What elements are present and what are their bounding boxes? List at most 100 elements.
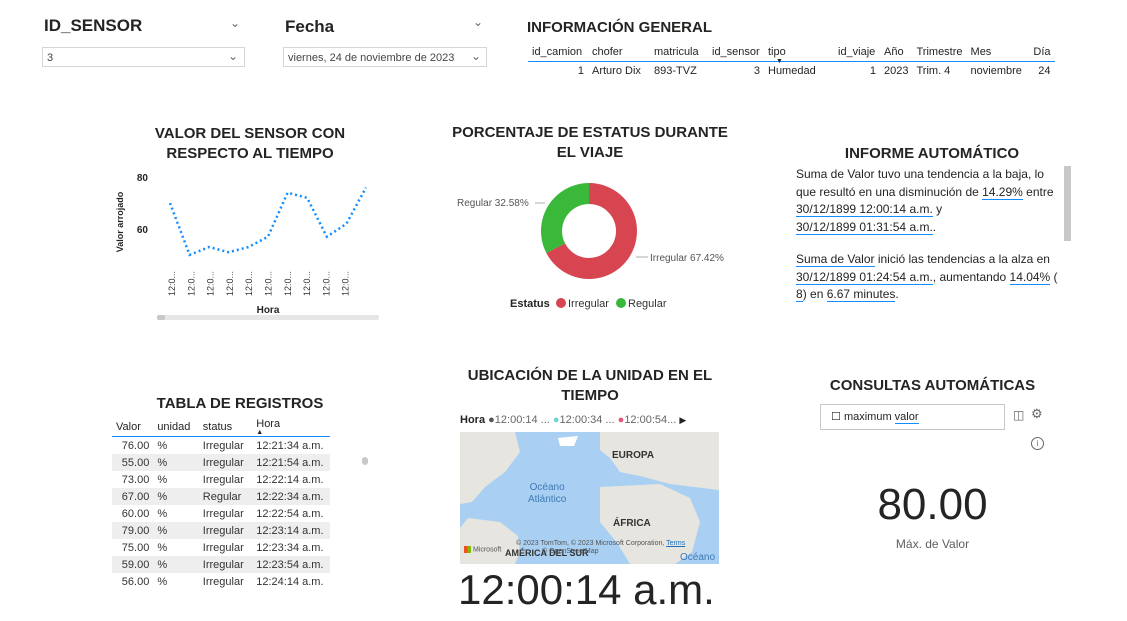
table-row[interactable]: 56.00% Irregular 12:24:14 a.m.	[112, 573, 330, 590]
info-header-cell[interactable]: id_viaje	[834, 43, 880, 62]
informe-text: .	[895, 287, 899, 301]
informe-link[interactable]: 14.29%	[982, 184, 1023, 200]
registros-table-viewport[interactable]: Valor unidad status Hora ▲ 76.00% Irregul…	[112, 418, 330, 594]
table-row[interactable]: 59.00% Irregular 12:23:54 a.m.	[112, 556, 330, 573]
chevron-down-icon[interactable]: ⌄	[473, 15, 483, 29]
table-row[interactable]: 79.00% Irregular 12:23:14 a.m.	[112, 522, 330, 539]
osm-attribution: © OpenStreetMap	[542, 548, 599, 555]
map-label-text: Océano	[529, 482, 565, 493]
sort-down-icon: ▼	[776, 58, 783, 65]
info-header-row: id_camion chofer matricula id_sensor tip…	[528, 43, 1055, 62]
info-header-cell[interactable]: id_sensor	[708, 43, 764, 62]
y-axis-label: Valor arrojado	[115, 191, 125, 252]
informe-link[interactable]: 30/12/1899 01:24:54 a.m.	[796, 269, 933, 285]
registros-header-cell[interactable]: unidad	[153, 418, 199, 437]
sensor-slicer-dropdown[interactable]: 3 ⌄	[42, 47, 245, 67]
line-chart[interactable]: Valor arrojado 60 80 12:0... 12:0... 12:0..…	[110, 164, 385, 324]
map-view[interactable]: EUROPA Océano Atlántico ÁFRICA AMÉRICA D…	[460, 432, 719, 564]
map-legend-item[interactable]: 12:00:14 ...	[495, 414, 550, 426]
line-series[interactable]	[168, 186, 368, 257]
map-attribution: © 2023 TomTom, © 2023 Microsoft Corporat…	[516, 540, 685, 547]
informe-link[interactable]: 30/12/1899 01:31:54 a.m.	[796, 219, 933, 235]
table-cell: %	[153, 488, 199, 505]
qna-query-word: maximum	[843, 411, 892, 423]
info-header-cell[interactable]: id_camion	[528, 43, 588, 62]
info-header-cell[interactable]: matricula	[650, 43, 708, 62]
info-cell: 3	[753, 65, 760, 77]
donut-slice-regular[interactable]	[541, 183, 589, 254]
qna-query-word: valor	[894, 411, 919, 424]
info-header-cell[interactable]: chofer	[588, 43, 650, 62]
informe-link[interactable]: 8	[796, 287, 803, 302]
table-cell: 67.00	[112, 488, 154, 505]
map-legend-item[interactable]: 12:00:34 ...	[560, 414, 615, 426]
terms-link[interactable]: Terms	[666, 540, 685, 547]
informe-text: , aumentando	[932, 269, 1010, 284]
line-chart-title-line: VALOR DEL SENSOR CON	[154, 125, 346, 142]
table-row[interactable]: 76.00% Irregular 12:21:34 a.m.	[112, 437, 330, 455]
informe-scrollbar[interactable]	[1064, 166, 1071, 241]
informe-link[interactable]: Suma de Valor	[796, 252, 875, 267]
fecha-slicer-title: Fecha	[285, 17, 335, 36]
sort-up-icon: ▲	[256, 429, 264, 436]
gear-icon[interactable]: ⚙	[1031, 406, 1043, 422]
map-label-oceano2: Océano	[680, 552, 716, 563]
donut-chart-title-line: EL VIAJE	[556, 144, 624, 161]
chevron-down-icon: ⌄	[470, 49, 481, 63]
info-cell: 893-TVZ	[654, 65, 697, 77]
table-row[interactable]: 55.00% Irregular 12:21:54 a.m.	[112, 454, 330, 471]
informe-link[interactable]: 30/12/1899 12:00:14 a.m.	[796, 202, 933, 217]
registros-header-cell[interactable]: Valor	[112, 418, 154, 437]
table-cell: 75.00	[121, 541, 150, 554]
map-legend-item[interactable]: 12:00:54...	[624, 414, 676, 426]
donut-legend-regular[interactable]: Regular	[628, 298, 667, 310]
table-row[interactable]: 60.00% Irregular 12:22:54 a.m.	[112, 505, 330, 522]
hierarchy-icon[interactable]: ◫	[1013, 408, 1024, 422]
info-cell: 24	[1038, 65, 1051, 77]
table-cell: 12:24:14 a.m.	[256, 575, 324, 588]
line-chart-title-line: RESPECTO AL TIEMPO	[166, 145, 334, 162]
donut-legend-title: Estatus	[510, 298, 550, 310]
table-cell: Irregular	[202, 575, 244, 588]
attribution-text: © 2023 TomTom, © 2023 Microsoft Corporat…	[516, 540, 667, 547]
chart-scrollbar-track[interactable]	[157, 315, 379, 320]
informe-link[interactable]: 6.67 minutes	[826, 287, 896, 302]
table-cell: 12:22:34 a.m.	[252, 488, 330, 505]
table-row[interactable]: 75.00% Irregular 12:23:34 a.m.	[112, 539, 330, 556]
table-scrollbar[interactable]	[362, 457, 368, 465]
map-legend-title: Hora	[460, 414, 486, 426]
info-icon[interactable]: i	[1031, 437, 1044, 450]
table-cell: Irregular	[202, 473, 244, 486]
donut-legend-irregular[interactable]: Irregular	[568, 298, 609, 310]
legend-next-icon[interactable]: ▶	[679, 415, 686, 425]
qna-input[interactable]: ☐ maximum valor	[820, 404, 1005, 430]
fecha-slicer-dropdown[interactable]: viernes, 24 de noviembre de 2023 ⌄	[283, 47, 487, 67]
registros-header-cell[interactable]: status	[198, 418, 253, 437]
info-header-cell[interactable]: Trimestre	[912, 43, 967, 62]
table-row[interactable]: 73.00% Irregular 12:22:14 a.m.	[112, 471, 330, 488]
info-header-cell[interactable]: Día	[1026, 43, 1055, 62]
table-cell: 12:23:14 a.m.	[252, 522, 330, 539]
kpi-value: 80.00	[877, 480, 988, 529]
chat-icon: ☐	[831, 411, 841, 423]
table-cell: 59.00	[112, 556, 154, 573]
table-row[interactable]: 67.00% Regular 12:22:34 a.m.	[112, 488, 330, 505]
x-tick-label: 12:0...	[321, 271, 331, 296]
info-header-cell[interactable]: tipo	[764, 43, 834, 62]
info-header-cell[interactable]: Año	[880, 43, 913, 62]
x-tick-label: 12:0...	[167, 271, 177, 296]
table-cell: 12:23:34 a.m.	[256, 541, 324, 554]
informe-link[interactable]: 14.04%	[1009, 269, 1051, 285]
legend-marker-irregular	[556, 298, 566, 308]
chevron-down-icon[interactable]: ⌄	[230, 16, 240, 30]
table-cell: %	[153, 522, 199, 539]
x-tick-label: 12:0...	[225, 271, 235, 296]
table-cell: Irregular	[198, 522, 253, 539]
registros-header-cell[interactable]: Hora ▲	[252, 418, 330, 437]
table-cell: 12:21:34 a.m.	[256, 439, 324, 452]
chart-scrollbar-thumb[interactable]	[157, 315, 165, 320]
info-header-cell[interactable]: Mes	[966, 43, 1027, 62]
x-tick-label: 12:0...	[206, 271, 216, 296]
time-card-value: 12:00:14 a.m.	[458, 566, 715, 613]
donut-chart[interactable]: Regular 32.58% Irregular 67.42% Estatus …	[450, 170, 750, 315]
